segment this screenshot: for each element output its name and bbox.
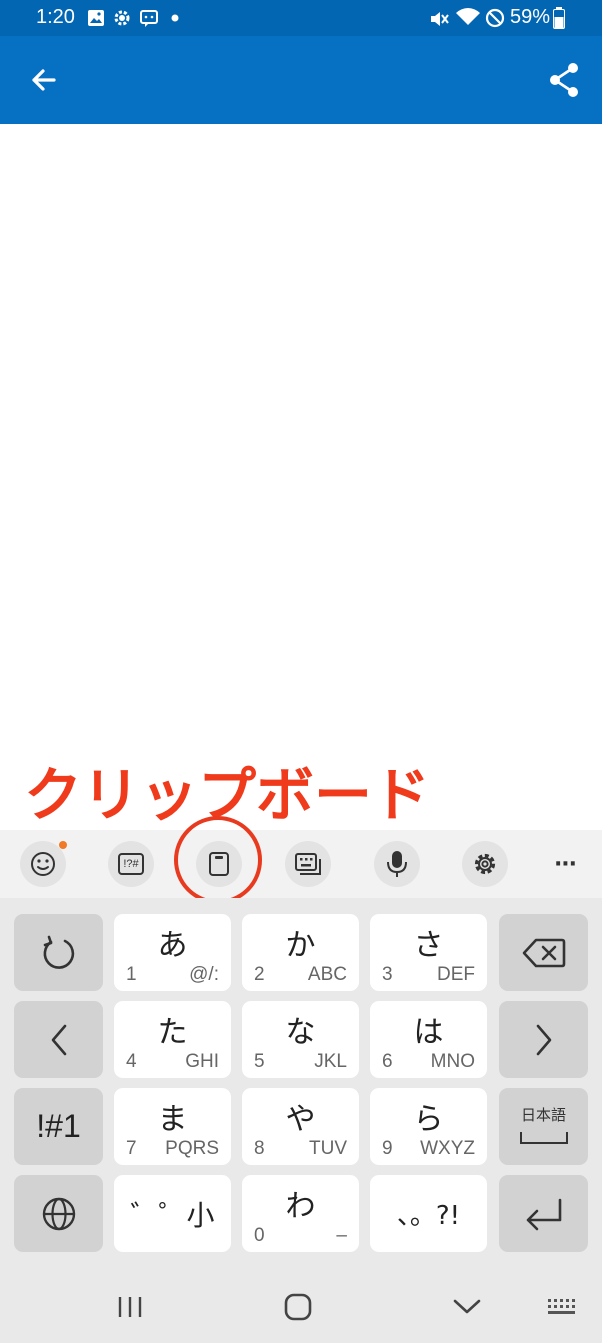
key-ya-row[interactable]: や 8 TUV bbox=[242, 1088, 359, 1165]
language-key-label: 日本語 bbox=[520, 1106, 566, 1124]
symbols-key[interactable]: !#1 bbox=[14, 1088, 103, 1165]
cursor-right-key[interactable] bbox=[499, 1001, 588, 1078]
key-ka-row[interactable]: か 2 ABC bbox=[242, 914, 359, 991]
key-number: 1 bbox=[126, 964, 137, 985]
key-latin: WXYZ bbox=[420, 1138, 475, 1159]
key-kana: は bbox=[413, 1015, 444, 1050]
key-ha-row[interactable]: は 6 MNO bbox=[370, 1001, 487, 1078]
key-number: 7 bbox=[126, 1138, 137, 1159]
symbols-icon-label: !?# bbox=[123, 858, 139, 870]
settings-button[interactable] bbox=[462, 841, 508, 887]
key-a-row[interactable]: あ 1 @/: bbox=[114, 914, 231, 991]
blocked-icon bbox=[485, 8, 505, 28]
notification-dot bbox=[59, 841, 67, 849]
key-latin: DEF bbox=[437, 964, 475, 985]
more-button[interactable]: ··· bbox=[542, 841, 588, 887]
backspace-key[interactable] bbox=[499, 914, 588, 991]
emoji-button[interactable] bbox=[20, 841, 66, 887]
dot-icon bbox=[171, 14, 179, 22]
battery-icon bbox=[553, 7, 565, 29]
status-time: 1:20 bbox=[36, 6, 75, 28]
key-number: 9 bbox=[382, 1138, 393, 1159]
key-number: 8 bbox=[254, 1138, 265, 1159]
keyboard-mode-icon bbox=[295, 853, 321, 875]
back-chevron-icon[interactable] bbox=[451, 1296, 483, 1318]
keyboard-mode-button[interactable] bbox=[285, 841, 331, 887]
chevron-left-icon bbox=[51, 1024, 66, 1055]
recents-icon[interactable] bbox=[116, 1293, 144, 1321]
globe-icon bbox=[42, 1197, 75, 1230]
enter-icon bbox=[526, 1198, 561, 1230]
key-kana: ら bbox=[413, 1102, 444, 1137]
key-number: 4 bbox=[126, 1051, 137, 1072]
mic-icon bbox=[387, 851, 407, 877]
key-latin: TUV bbox=[309, 1138, 347, 1159]
chevron-right-icon bbox=[536, 1024, 551, 1055]
emoji-icon bbox=[31, 852, 55, 876]
content-area bbox=[0, 124, 602, 830]
keyboard-grid-icon[interactable] bbox=[546, 1297, 578, 1319]
language-switch-key[interactable] bbox=[14, 1175, 103, 1252]
key-latin: PQRS bbox=[165, 1138, 219, 1159]
key-number: 0 bbox=[254, 1225, 265, 1246]
enter-key[interactable] bbox=[499, 1175, 588, 1252]
mic-button[interactable] bbox=[374, 841, 420, 887]
symbols-button[interactable]: !?# bbox=[108, 841, 154, 887]
key-latin: JKL bbox=[314, 1051, 347, 1072]
space-bar-icon bbox=[520, 1132, 568, 1144]
key-kana: あ bbox=[157, 928, 188, 963]
cursor-left-key[interactable] bbox=[14, 1001, 103, 1078]
backspace-icon bbox=[522, 938, 565, 967]
more-icon: ··· bbox=[553, 851, 577, 877]
key-number: 6 bbox=[382, 1051, 393, 1072]
punctuation-key[interactable]: 、。?! bbox=[370, 1175, 487, 1252]
settings-icon bbox=[474, 853, 496, 875]
key-ma-row[interactable]: ま 7 PQRS bbox=[114, 1088, 231, 1165]
gear-icon bbox=[114, 10, 130, 26]
key-kana: た bbox=[157, 1015, 188, 1050]
image-icon bbox=[88, 10, 104, 26]
symbols-key-label: !#1 bbox=[36, 1108, 81, 1144]
key-ra-row[interactable]: ら 9 WXYZ bbox=[370, 1088, 487, 1165]
key-number: 3 bbox=[382, 964, 393, 985]
app-bar bbox=[0, 36, 602, 124]
key-latin: MNO bbox=[430, 1051, 475, 1072]
key-kana: や bbox=[285, 1102, 316, 1137]
mute-icon bbox=[431, 12, 449, 26]
key-na-row[interactable]: な 5 JKL bbox=[242, 1001, 359, 1078]
key-wa-row[interactable]: わ 0 – bbox=[242, 1175, 359, 1252]
punctuation-label: 、。?! bbox=[396, 1201, 461, 1231]
key-kana: さ bbox=[413, 928, 444, 963]
language-space-key[interactable]: 日本語 bbox=[499, 1088, 588, 1165]
key-kana: ま bbox=[157, 1102, 188, 1137]
clipboard-annotation-circle bbox=[174, 816, 262, 904]
key-latin: @/: bbox=[189, 964, 219, 985]
key-sa-row[interactable]: さ 3 DEF bbox=[370, 914, 487, 991]
share-icon[interactable] bbox=[546, 60, 582, 100]
arrow-left-icon[interactable] bbox=[28, 64, 60, 96]
undo-key[interactable] bbox=[14, 914, 103, 991]
key-latin: ABC bbox=[307, 964, 347, 985]
dakuten-small-key[interactable]: ゛゜小 bbox=[114, 1175, 231, 1252]
key-number: 2 bbox=[254, 964, 265, 985]
dakuten-label: ゛゜小 bbox=[130, 1198, 215, 1232]
key-ta-row[interactable]: た 4 GHI bbox=[114, 1001, 231, 1078]
message-icon bbox=[140, 10, 158, 27]
key-latin: GHI bbox=[185, 1051, 219, 1072]
wifi-icon bbox=[456, 8, 480, 25]
battery-percent: 59% bbox=[510, 6, 551, 28]
key-latin: – bbox=[336, 1225, 347, 1246]
key-kana: な bbox=[285, 1015, 316, 1050]
key-number: 5 bbox=[254, 1051, 265, 1072]
key-kana: か bbox=[285, 928, 316, 963]
home-icon[interactable] bbox=[283, 1292, 313, 1322]
undo-icon bbox=[43, 935, 74, 969]
symbols-icon: !?# bbox=[118, 853, 144, 875]
key-kana: わ bbox=[285, 1189, 316, 1224]
